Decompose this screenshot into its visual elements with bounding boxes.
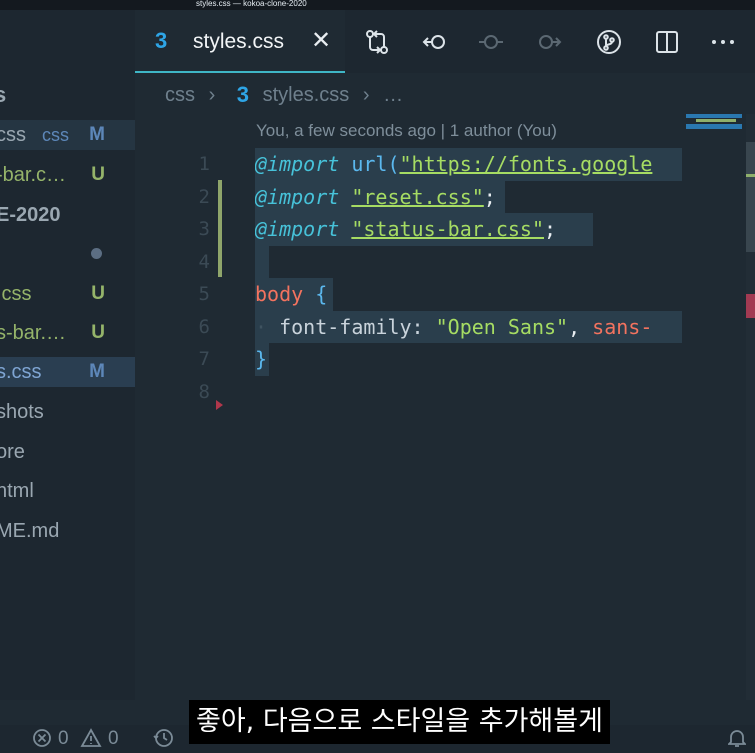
go-forward-icon[interactable] xyxy=(535,28,563,56)
close-tab-button[interactable]: ✕ xyxy=(311,26,331,55)
line-number: 8 xyxy=(198,380,210,403)
line-number: 2 xyxy=(198,185,210,208)
line-number-gutter: 1 2 3 4 5 6 7 8 xyxy=(180,148,210,408)
folder-item[interactable] xyxy=(0,238,135,268)
breadcrumb-folder[interactable]: css xyxy=(165,84,195,107)
git-status-badge: M xyxy=(89,124,105,145)
code-line: @import url("https://fonts.google xyxy=(255,148,682,181)
file-name: .css xyxy=(0,283,32,305)
code-line: } xyxy=(255,343,269,376)
breadcrumb-file[interactable]: styles.css xyxy=(263,84,350,107)
deleted-line-marker-icon[interactable] xyxy=(216,400,223,410)
line-number: 1 xyxy=(198,153,210,175)
chevron-right-icon: › xyxy=(362,83,370,106)
modified-dot-icon xyxy=(91,248,102,259)
video-subtitle: 좋아, 다음으로 스타일을 추가해볼게 xyxy=(189,700,610,744)
error-icon[interactable] xyxy=(32,728,52,753)
editor-tab-bar: 3 styles.css ✕ xyxy=(135,10,755,73)
breadcrumb: css › 3 styles.css › … xyxy=(165,82,403,110)
folder-item[interactable]: shots xyxy=(0,397,135,427)
file-name: s.css xyxy=(0,361,42,383)
file-dir: css xyxy=(42,125,69,145)
explorer-header: s xyxy=(0,82,7,107)
file-name: s-bar.… xyxy=(0,322,67,344)
warning-icon[interactable] xyxy=(80,728,102,753)
folder-name: E-2020 xyxy=(0,204,61,226)
file-item[interactable]: -bar.c… U xyxy=(0,160,135,190)
code-line: body { xyxy=(255,278,333,311)
file-name: -bar.c… xyxy=(0,164,67,186)
folder-name: shots xyxy=(0,401,44,423)
editor-scrollbar[interactable] xyxy=(746,114,755,700)
code-line xyxy=(255,245,269,278)
line-number: 4 xyxy=(198,250,210,273)
code-editor[interactable]: @import url("https://fonts.google @impor… xyxy=(255,148,682,408)
chevron-right-icon: › xyxy=(208,83,216,106)
code-line: · font-family: "Open Sans", sans- xyxy=(255,310,682,343)
tab-styles-css[interactable]: 3 styles.css ✕ xyxy=(135,10,345,73)
file-name: ME.md xyxy=(0,520,60,542)
breadcrumb-symbol[interactable]: … xyxy=(383,84,403,107)
git-status-badge: U xyxy=(91,164,105,185)
go-commit-icon[interactable] xyxy=(477,28,505,56)
line-number: 3 xyxy=(198,218,210,240)
file-name: css xyxy=(0,124,26,146)
file-item[interactable]: css css M xyxy=(0,120,135,150)
git-status-badge: M xyxy=(89,361,105,382)
history-icon[interactable] xyxy=(152,728,174,753)
file-name: ore xyxy=(0,441,25,463)
file-item[interactable]: ore xyxy=(0,437,135,467)
git-compare-icon[interactable] xyxy=(363,28,391,56)
css-file-icon: 3 xyxy=(155,28,168,53)
file-item[interactable]: s-bar.… U xyxy=(0,318,135,348)
css-file-icon: 3 xyxy=(236,82,250,107)
more-icon[interactable] xyxy=(709,28,737,56)
window-title: styles.css — kokoa-clone-2020 xyxy=(0,0,755,10)
folder-item[interactable]: E-2020 xyxy=(0,200,135,230)
file-item-selected[interactable]: s.css M xyxy=(0,357,135,387)
split-editor-icon[interactable] xyxy=(653,28,681,56)
notifications-bell-icon[interactable] xyxy=(726,728,748,753)
file-item[interactable]: html xyxy=(0,476,135,506)
line-number: 7 xyxy=(198,348,210,370)
git-status-badge: U xyxy=(91,283,105,304)
file-item[interactable]: .css U xyxy=(0,279,135,309)
explorer-sidebar: s css css M -bar.c… U E-2020 .css U s-ba… xyxy=(0,10,135,700)
go-back-icon[interactable] xyxy=(421,28,449,56)
git-status-badge: U xyxy=(91,322,105,343)
line-number: 6 xyxy=(198,315,210,338)
warning-count[interactable]: 0 xyxy=(108,728,119,750)
file-item[interactable]: ME.md xyxy=(0,516,135,546)
code-line: @import "status-bar.css"; xyxy=(255,213,593,246)
tab-label: styles.css xyxy=(193,30,285,53)
line-number: 5 xyxy=(198,283,210,305)
git-added-indicator[interactable] xyxy=(218,180,222,277)
code-line: @import "reset.css"; xyxy=(255,180,505,213)
file-name: html xyxy=(0,480,34,502)
minimap[interactable] xyxy=(686,114,746,700)
git-blame-annotation[interactable]: You, a few seconds ago | 1 author (You) xyxy=(256,121,557,141)
source-control-icon[interactable] xyxy=(595,28,623,56)
error-count[interactable]: 0 xyxy=(58,728,69,750)
